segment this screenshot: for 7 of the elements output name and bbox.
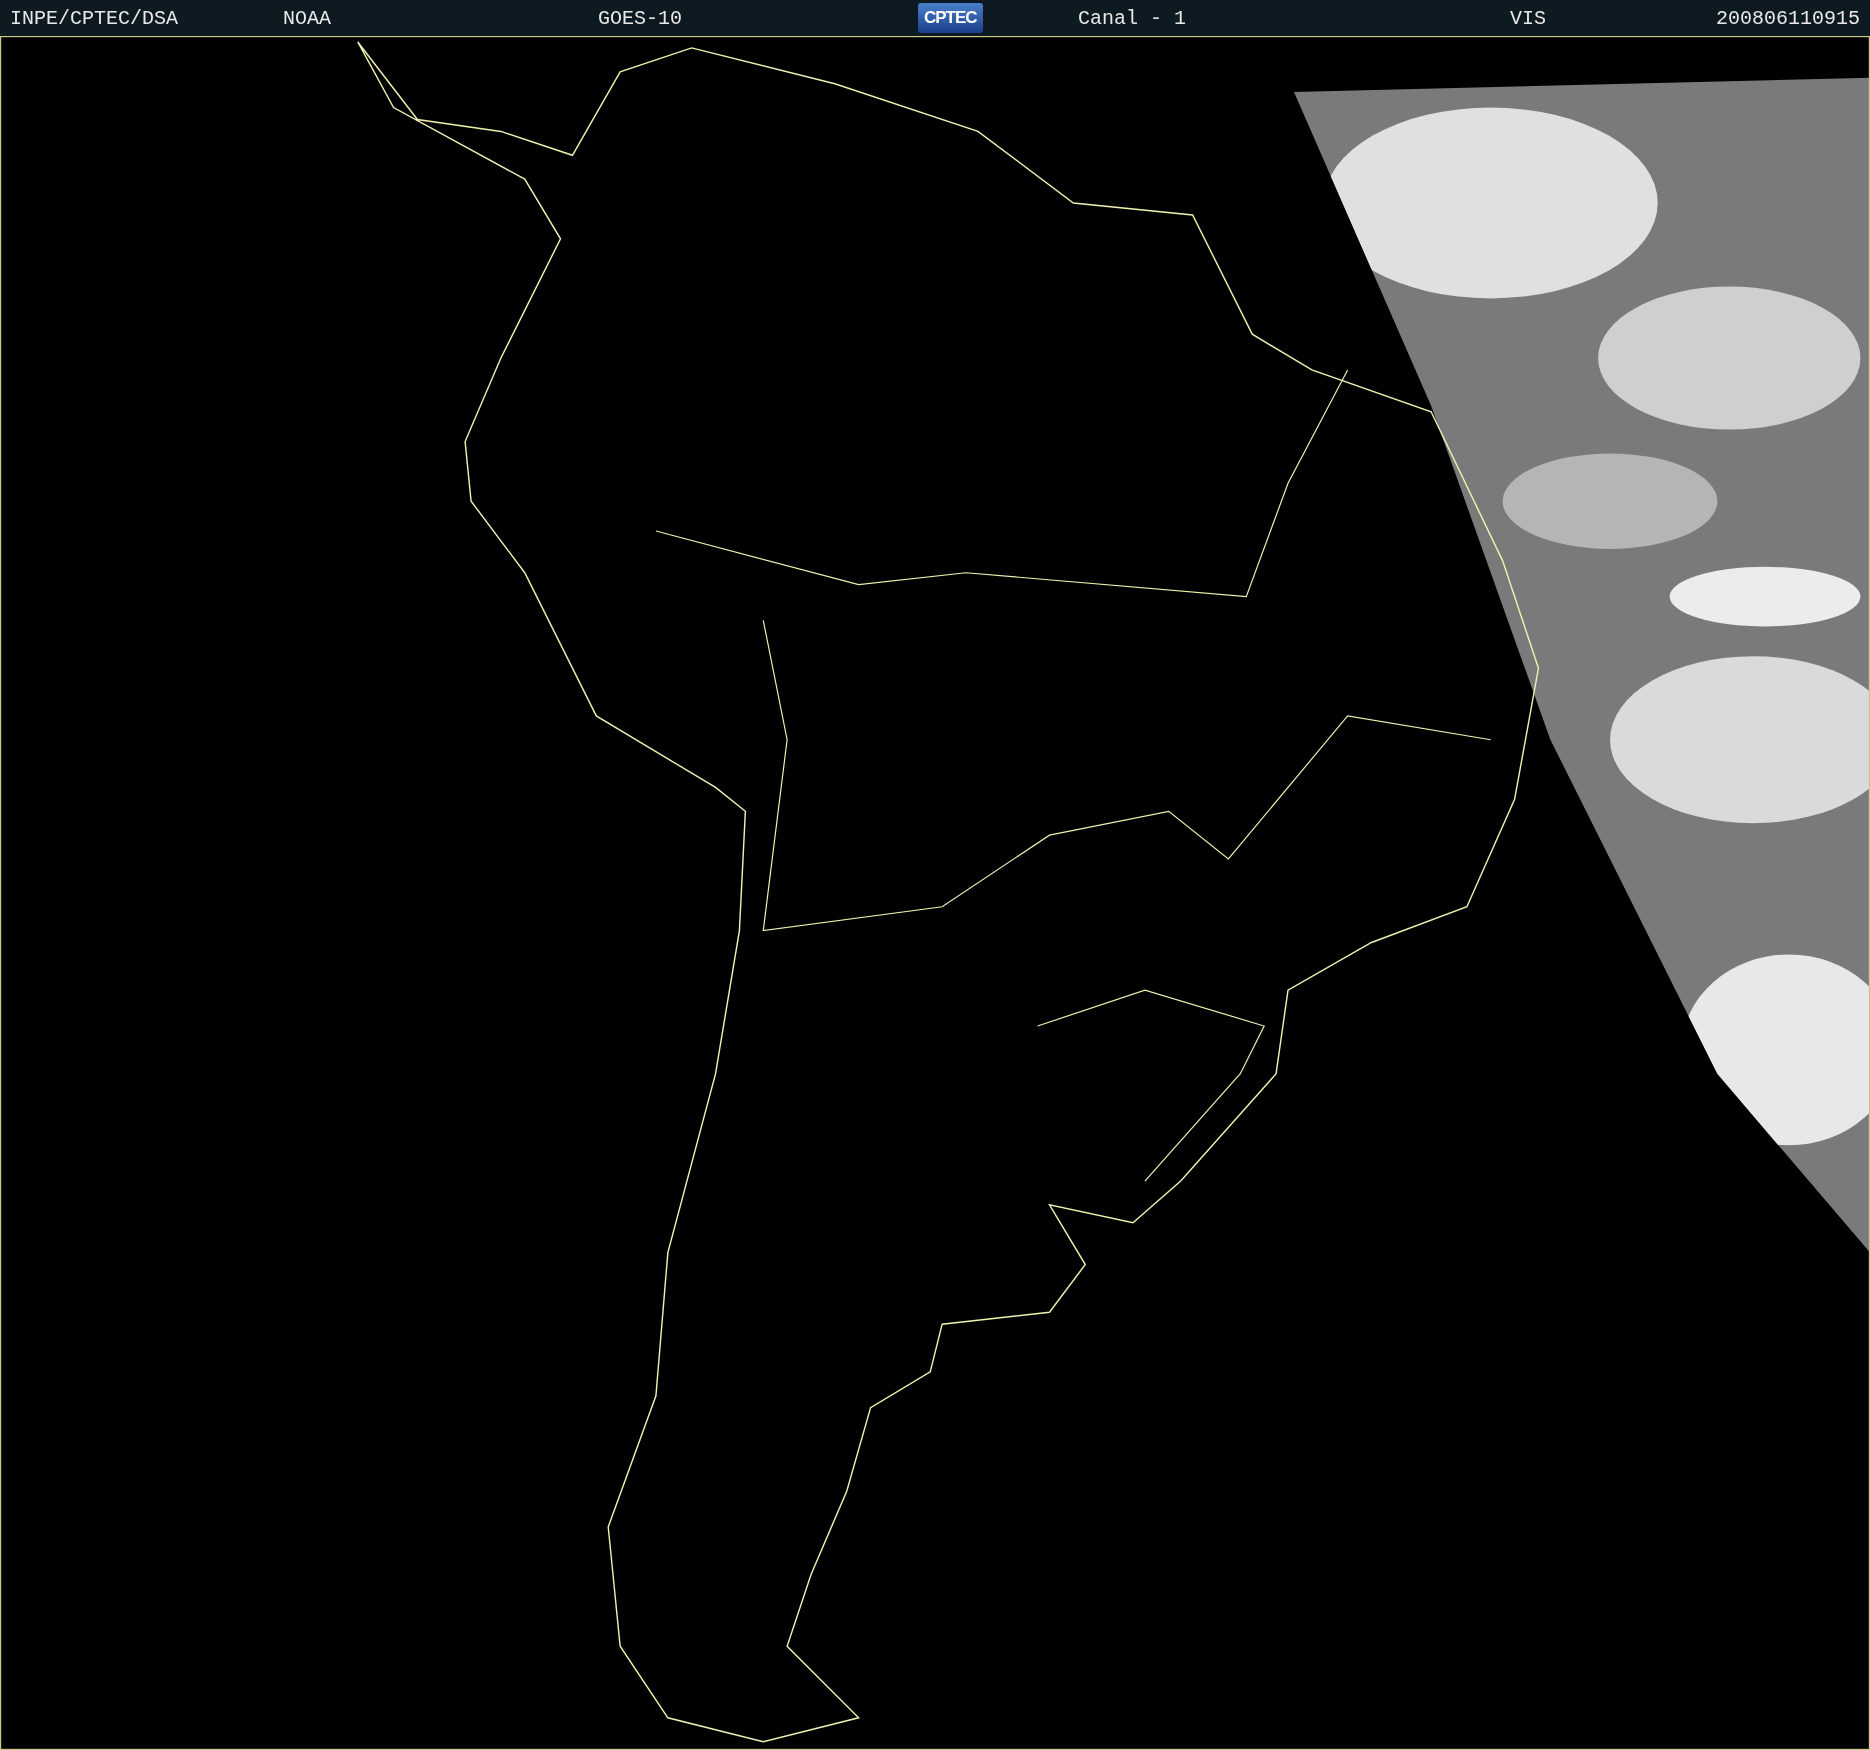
- cptec-logo: CPTEC: [918, 3, 983, 33]
- header-label: GOES-10: [598, 6, 682, 30]
- header-label: Canal - 1: [1078, 6, 1187, 30]
- header-label: INPE/CPTEC/DSA: [10, 6, 179, 30]
- header-label: VIS: [1510, 6, 1546, 30]
- header-label: 200806110915: [1715, 6, 1860, 30]
- header-label: NOAA: [283, 6, 331, 30]
